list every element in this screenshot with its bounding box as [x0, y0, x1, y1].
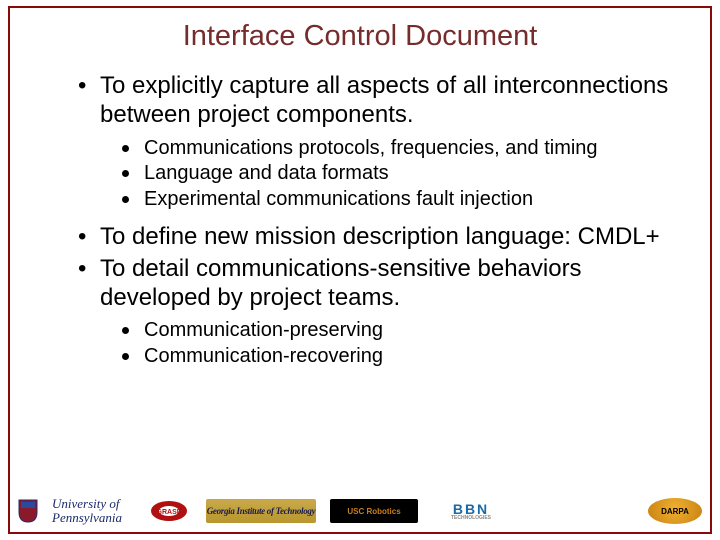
gatech-label: Georgia Institute of Technology [207, 506, 316, 516]
bullet-1: To explicitly capture all aspects of all… [78, 71, 682, 130]
sub-bullet-1-2: Language and data formats [122, 161, 682, 187]
grasp-logo: GRASP [146, 499, 192, 523]
sub-bullet-3-2: Communication-recovering [122, 344, 682, 370]
slide-content: To explicitly capture all aspects of all… [10, 71, 710, 369]
bbn-logo: BBN TECHNOLOGIES [432, 499, 510, 523]
sub-list-2: Communication-preserving Communication-r… [38, 318, 682, 369]
penn-line-1: University of [52, 497, 132, 511]
slide-title: Interface Control Document [10, 20, 710, 53]
svg-text:GRASP: GRASP [157, 509, 182, 516]
bbn-top: BBN [453, 502, 489, 516]
grasp-icon: GRASP [146, 499, 192, 523]
penn-line-2: Pennsylvania [52, 511, 132, 525]
penn-shield-icon [18, 499, 38, 523]
bullet-2: To define new mission description langua… [78, 222, 682, 251]
bullet-list-2: To define new mission description langua… [38, 222, 682, 312]
slide-frame: Interface Control Document To explicitly… [8, 6, 712, 534]
bbn-bot: TECHNOLOGIES [451, 516, 491, 521]
sub-bullet-3-1: Communication-preserving [122, 318, 682, 344]
penn-label: University of Pennsylvania [52, 497, 132, 524]
sub-list-1: Communications protocols, frequencies, a… [38, 136, 682, 213]
sub-bullet-1-3: Experimental communications fault inject… [122, 187, 682, 213]
darpa-logo: DARPA [648, 498, 702, 524]
bullet-3: To detail communications-sensitive behav… [78, 254, 682, 313]
darpa-label: DARPA [661, 507, 689, 516]
usc-label: USC Robotics [347, 507, 400, 516]
bullet-list-1: To explicitly capture all aspects of all… [38, 71, 682, 130]
usc-robotics-logo: USC Robotics [330, 499, 418, 523]
sub-bullet-1-1: Communications protocols, frequencies, a… [122, 136, 682, 162]
footer-logos: University of Pennsylvania GRASP Georgia… [8, 490, 712, 534]
gatech-logo: Georgia Institute of Technology [206, 499, 316, 523]
